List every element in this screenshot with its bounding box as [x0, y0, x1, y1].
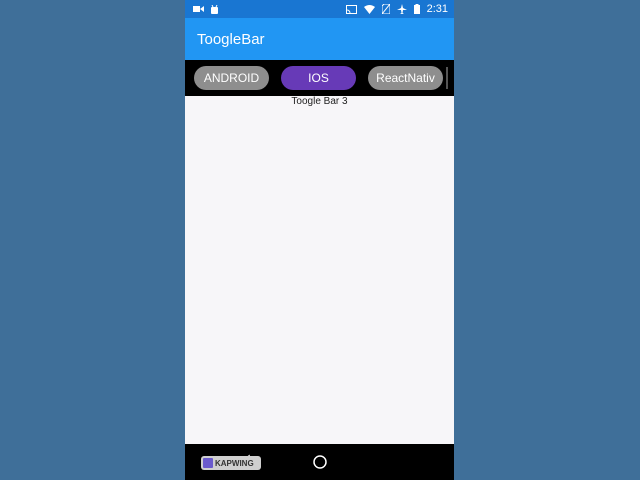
toggle-reactnative[interactable]: ReactNativ	[368, 66, 443, 90]
wifi-icon	[363, 4, 375, 14]
toggle-ios[interactable]: IOS	[281, 66, 356, 90]
toggle-android[interactable]: ANDROID	[194, 66, 269, 90]
app-bar: ToogleBar	[185, 18, 454, 60]
cast-icon	[345, 4, 357, 14]
kapwing-logo-icon	[203, 458, 213, 468]
airplane-icon	[396, 4, 407, 14]
android-icon	[210, 4, 219, 14]
video-camera-icon	[193, 5, 204, 13]
content-area: Toogle Bar 3	[185, 96, 454, 444]
no-sim-icon	[381, 4, 390, 14]
battery-icon	[413, 4, 420, 14]
phone-screen: 2:31 ToogleBar ANDROID IOS ReactNativ To…	[185, 0, 454, 480]
status-time: 2:31	[426, 3, 448, 15]
status-bar: 2:31	[185, 0, 454, 18]
kapwing-watermark: KAPWING	[201, 456, 261, 470]
toggle-bar-scrollbar[interactable]	[446, 67, 448, 89]
home-icon[interactable]	[311, 453, 329, 471]
watermark-text: KAPWING	[215, 458, 254, 468]
app-title: ToogleBar	[197, 30, 265, 48]
content-label: Toogle Bar 3	[291, 96, 348, 107]
toggle-bar: ANDROID IOS ReactNativ	[185, 60, 454, 96]
